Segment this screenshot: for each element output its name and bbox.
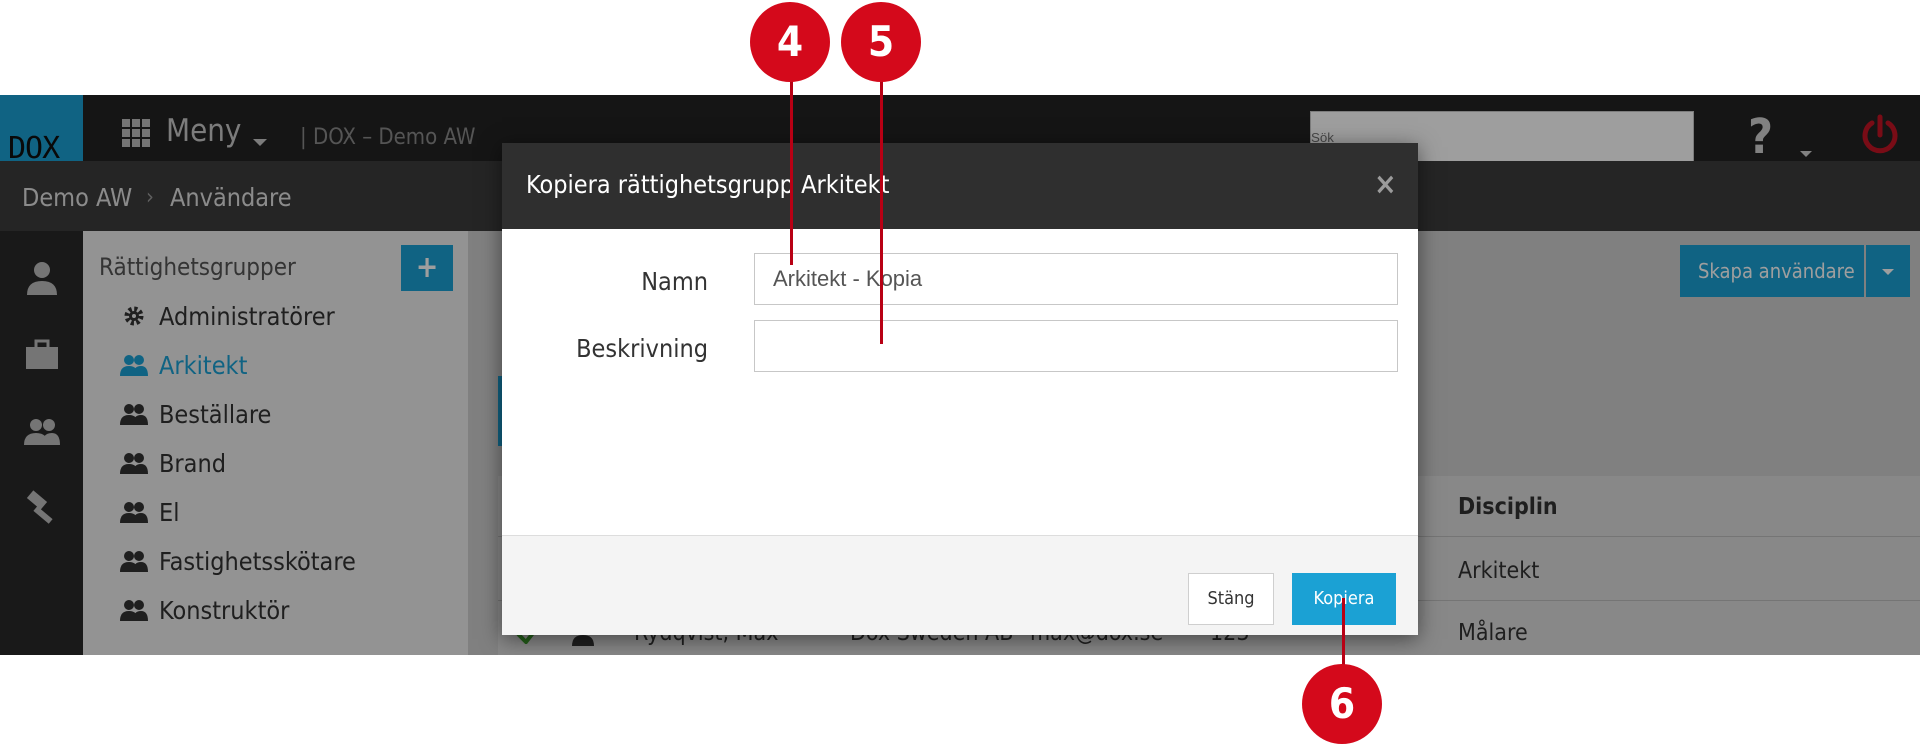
description-label: Beskrivning	[576, 334, 708, 363]
copy-group-dialog: Kopiera rättighetsgrupp Arkitekt × Namn …	[502, 143, 1418, 635]
dialog-title: Kopiera rättighetsgrupp Arkitekt	[526, 170, 890, 199]
callout-4-leader	[790, 80, 793, 265]
name-label: Namn	[641, 267, 708, 296]
dialog-header: Kopiera rättighetsgrupp Arkitekt ×	[502, 143, 1418, 229]
callout-6: 6	[1302, 664, 1382, 744]
callout-4: 4	[750, 2, 830, 82]
callout-5-leader	[880, 80, 883, 344]
callout-5: 5	[841, 2, 921, 82]
callout-6-leader	[1342, 598, 1345, 666]
description-field[interactable]	[754, 320, 1398, 372]
dialog-footer	[502, 535, 1418, 635]
close-button[interactable]: Stäng	[1188, 573, 1274, 625]
app-window: DOX Meny | DOX – Demo AW ? Demo AW › Anv…	[0, 95, 1920, 655]
close-icon[interactable]: ×	[1374, 167, 1397, 202]
name-field[interactable]	[754, 253, 1398, 305]
